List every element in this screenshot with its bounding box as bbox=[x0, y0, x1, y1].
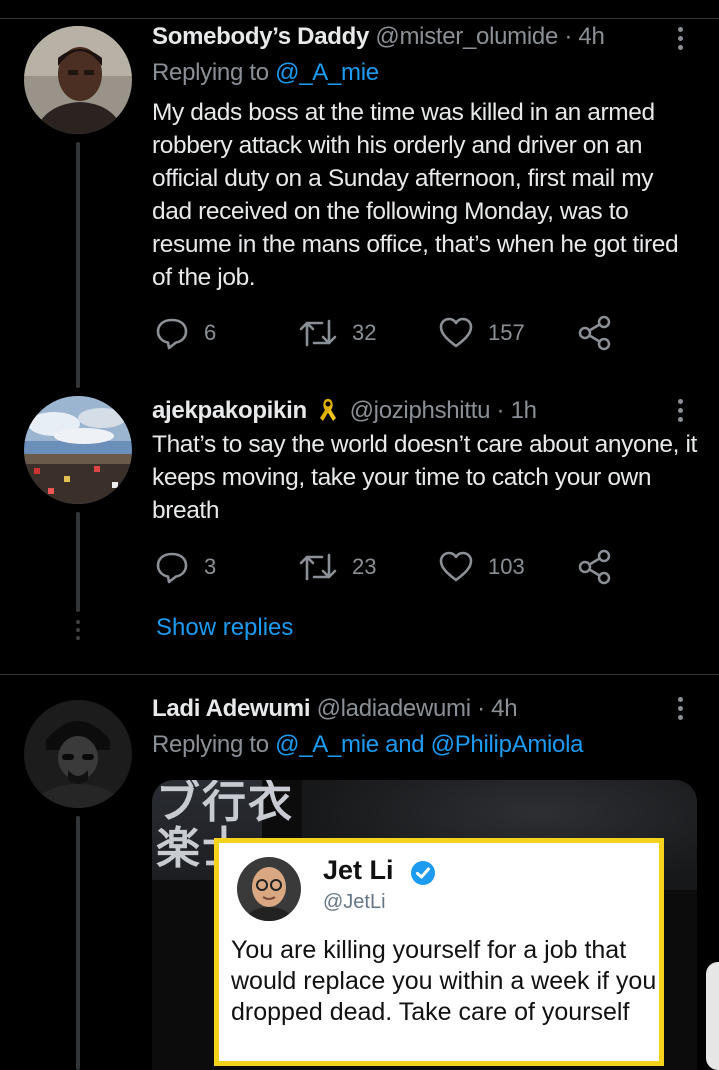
thread-continuation-dots bbox=[76, 620, 80, 644]
tweet-actions: 6 32 157 bbox=[152, 313, 622, 353]
retweet-icon bbox=[299, 319, 337, 347]
top-divider bbox=[0, 18, 719, 19]
reply-count: 3 bbox=[204, 554, 217, 579]
like-icon bbox=[439, 317, 473, 348]
tweet-media-image[interactable]: ブ行衣 楽士 Jet Li @JetLi You are killing you… bbox=[152, 780, 697, 1070]
tweet-actions: 3 23 103 bbox=[152, 547, 622, 587]
tweet-header: ajekpakopikin @joziphshittu · 1h bbox=[152, 396, 537, 426]
more-vertical-icon[interactable] bbox=[676, 27, 684, 54]
show-replies-link[interactable]: Show replies bbox=[156, 612, 293, 644]
retweet-button[interactable]: 32 bbox=[298, 313, 376, 353]
author-handle[interactable]: @ladiadewumi bbox=[317, 695, 471, 722]
retweet-count: 32 bbox=[352, 320, 377, 345]
more-vertical-icon[interactable] bbox=[676, 697, 684, 724]
reply-icon bbox=[156, 318, 188, 350]
tweet-text: My dads boss at the time was killed in a… bbox=[152, 99, 679, 291]
tweet-header: Somebody’s Daddy @mister_olumide · 4h bbox=[152, 22, 605, 52]
more-vertical-icon[interactable] bbox=[676, 399, 684, 426]
avatar-joziphshittu[interactable] bbox=[24, 396, 132, 504]
author-handle[interactable]: @joziphshittu bbox=[350, 397, 491, 424]
share-icon bbox=[578, 549, 611, 585]
reply-count: 6 bbox=[204, 320, 217, 345]
avatar-mister-olumide[interactable] bbox=[24, 26, 132, 134]
retweet-button[interactable]: 23 bbox=[298, 547, 376, 587]
tweet-header: Ladi Adewumi @ladiadewumi · 4h bbox=[152, 694, 518, 724]
verified-badge-icon bbox=[411, 861, 435, 885]
retweet-count: 23 bbox=[352, 554, 377, 579]
ribbon-icon bbox=[320, 399, 337, 421]
quoted-tweet-card: Jet Li @JetLi You are killing yourself f… bbox=[214, 838, 664, 1066]
author-name[interactable]: Ladi Adewumi bbox=[152, 695, 311, 722]
card-author-handle: @JetLi bbox=[323, 891, 386, 913]
like-icon bbox=[439, 551, 473, 582]
scroll-edge[interactable] bbox=[706, 962, 719, 1070]
replying-to-label: Replying to bbox=[152, 59, 276, 86]
section-divider bbox=[0, 674, 719, 675]
thread-line bbox=[76, 512, 80, 612]
share-button[interactable] bbox=[578, 547, 612, 587]
share-button[interactable] bbox=[578, 313, 612, 353]
tweet-text: That’s to say the world doesn’t care abo… bbox=[152, 431, 697, 524]
reply-icon bbox=[156, 552, 188, 584]
card-text: You are killing yourself for a job that … bbox=[231, 936, 657, 1026]
tweet-time: · 4h bbox=[477, 695, 518, 722]
like-button[interactable]: 103 bbox=[438, 547, 525, 587]
author-handle[interactable]: @mister_olumide bbox=[375, 23, 558, 50]
replying-to-link[interactable]: @_A_mie and @PhilipAmiola bbox=[275, 731, 583, 758]
thread-line bbox=[76, 816, 80, 1070]
author-name[interactable]: Somebody’s Daddy bbox=[152, 23, 369, 50]
jet-li-avatar bbox=[237, 857, 301, 921]
reply-button[interactable]: 3 bbox=[154, 547, 216, 587]
author-name[interactable]: ajekpakopikin bbox=[152, 397, 307, 424]
reply-button[interactable]: 6 bbox=[154, 313, 216, 353]
card-author-name: Jet Li bbox=[323, 855, 394, 885]
replying-to: Replying to @_A_mie and @PhilipAmiola bbox=[152, 730, 583, 760]
like-count: 103 bbox=[488, 554, 525, 579]
replying-to-label: Replying to bbox=[152, 731, 276, 758]
thread-line bbox=[76, 142, 80, 388]
retweet-icon bbox=[299, 553, 337, 581]
like-button[interactable]: 157 bbox=[438, 313, 525, 353]
like-count: 157 bbox=[488, 320, 525, 345]
avatar-ladiadewumi[interactable] bbox=[24, 700, 132, 808]
tweet-time: · 4h bbox=[564, 23, 605, 50]
share-icon bbox=[578, 315, 611, 351]
replying-to-link[interactable]: @_A_mie bbox=[275, 59, 379, 86]
tweet-time: · 1h bbox=[496, 397, 537, 424]
replying-to: Replying to @_A_mie bbox=[152, 58, 379, 88]
